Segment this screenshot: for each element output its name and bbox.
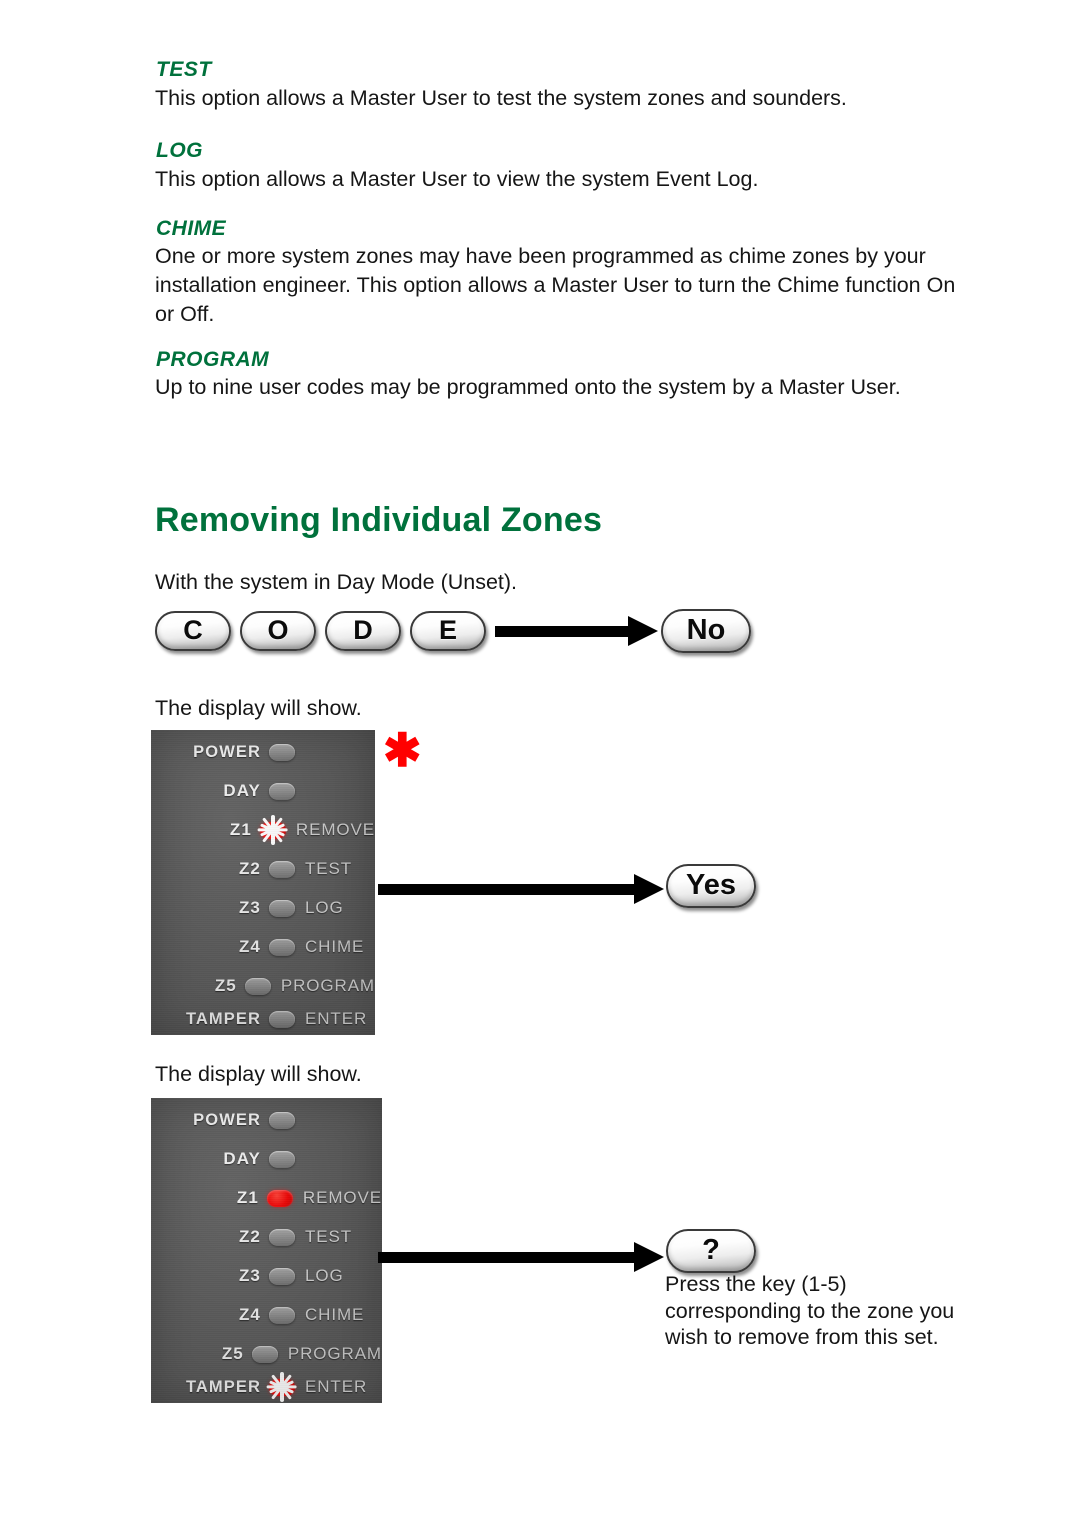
led-indicator-off: [269, 1150, 295, 1168]
led-indicator-off: [269, 1228, 295, 1246]
led-row: Z2 TEST: [151, 855, 375, 883]
led-indicator-flash: [269, 1374, 295, 1400]
led-row-right-label: REMOVE: [302, 1188, 382, 1207]
intro-text: With the system in Day Mode (Unset).: [155, 570, 518, 594]
led-row-left-label: Z3: [238, 1266, 261, 1285]
led-indicator-off: [269, 938, 295, 956]
step-two-caption: The display will show.: [155, 1062, 362, 1086]
led-row-left-label: TAMPER: [185, 1009, 261, 1028]
led-row-left-label: Z5: [214, 976, 237, 995]
page-title: Removing Individual Zones: [155, 501, 603, 539]
led-row-left-label: DAY: [223, 781, 261, 800]
led-indicator-off: [251, 1345, 278, 1363]
led-indicator-off: [269, 743, 295, 761]
led-row: Z3 LOG: [151, 1262, 382, 1290]
led-row-right-label: CHIME: [305, 937, 365, 956]
led-row-left-label: Z3: [238, 898, 261, 917]
led-row: Z4 CHIME: [151, 1301, 382, 1329]
led-display-panel-step-two: POWER DAY Z1 REMOVE Z2 TEST Z3 LOG Z4 CHIME Z5 PROG…: [151, 1098, 382, 1403]
led-indicator-off: [269, 1111, 295, 1129]
key-label: D: [353, 614, 373, 645]
key-label: O: [267, 614, 289, 645]
led-indicator-off: [269, 899, 295, 917]
led-row: DAY: [151, 1145, 382, 1173]
led-indicator-off: [269, 1267, 295, 1285]
key-button-question[interactable]: ?: [666, 1229, 756, 1273]
section-body-chime: One or more system zones may have been p…: [155, 244, 956, 326]
led-row-left-label: Z5: [221, 1344, 244, 1363]
section-heading-test: TEST: [156, 58, 212, 81]
led-row-right-label: PROGRAM: [287, 1344, 382, 1363]
led-indicator-off: [269, 782, 295, 800]
led-indicator-flash: [259, 817, 286, 843]
led-row: POWER: [151, 1106, 382, 1134]
section-body-test: This option allows a Master User to test…: [155, 86, 847, 110]
led-row-left-label: TAMPER: [185, 1377, 261, 1396]
led-row: Z1 REMOVE: [151, 816, 375, 844]
led-row-left-label: Z2: [238, 1227, 261, 1246]
led-indicator-off: [269, 860, 295, 878]
key-label: Yes: [686, 868, 736, 901]
led-display-panel-step-one: POWER DAY Z1 REMOVE Z2 TEST Z3 LOG Z4 CHIME Z5 PROG…: [151, 730, 375, 1035]
led-row-right-label: LOG: [305, 1266, 344, 1285]
led-row-right-label: LOG: [305, 898, 344, 917]
led-row: TAMPER ENTER: [151, 1373, 382, 1401]
led-row-right-label: ENTER: [305, 1377, 368, 1396]
led-row-left-label: Z1: [229, 820, 252, 839]
section-body-log: This option allows a Master User to view…: [155, 167, 759, 191]
led-indicator-off: [269, 1010, 295, 1028]
led-row: Z5 PROGRAM: [151, 1340, 382, 1368]
led-row-left-label: Z4: [238, 937, 261, 956]
led-row: DAY: [151, 777, 375, 805]
key-label: E: [438, 614, 457, 645]
led-row: POWER: [151, 738, 375, 766]
led-row-right-label: TEST: [305, 859, 353, 878]
led-row-left-label: DAY: [223, 1149, 261, 1168]
key-button-c[interactable]: C: [155, 611, 231, 651]
led-row-right-label: CHIME: [305, 1305, 365, 1324]
key-label: ?: [702, 1233, 720, 1266]
led-indicator-on: [266, 1189, 293, 1207]
led-row: Z4 CHIME: [151, 933, 375, 961]
key-label: C: [183, 614, 203, 645]
key-button-e[interactable]: E: [410, 611, 486, 651]
led-indicator-off: [244, 977, 271, 995]
led-row-left-label: Z4: [238, 1305, 261, 1324]
led-row: Z1 REMOVE: [151, 1184, 382, 1212]
manual-page: TEST This option allows a Master User to…: [0, 0, 1080, 1528]
key-button-o[interactable]: O: [240, 611, 316, 651]
step-one-caption: The display will show.: [155, 696, 362, 720]
led-row-right-label: ENTER: [305, 1009, 368, 1028]
led-row-right-label: PROGRAM: [280, 976, 375, 995]
led-row-right-label: TEST: [305, 1227, 353, 1246]
led-row: Z2 TEST: [151, 1223, 382, 1251]
led-row-left-label: Z2: [238, 859, 261, 878]
section-body-program: Up to nine user codes may be programmed …: [155, 375, 901, 399]
section-heading-chime: CHIME: [156, 217, 227, 240]
led-row: Z3 LOG: [151, 894, 375, 922]
section-heading-program: PROGRAM: [156, 348, 270, 371]
led-row: TAMPER ENTER: [151, 1005, 375, 1033]
led-indicator-off: [269, 1306, 295, 1324]
asterisk-marker-icon: ✱: [383, 724, 422, 776]
section-heading-log: LOG: [156, 139, 203, 162]
key-label: No: [686, 613, 726, 646]
led-row-left-label: Z1: [236, 1188, 259, 1207]
key-button-d[interactable]: D: [325, 611, 401, 651]
led-row-left-label: POWER: [193, 1110, 261, 1129]
key-button-no[interactable]: No: [661, 609, 751, 653]
key-button-yes[interactable]: Yes: [666, 864, 756, 908]
led-row-right-label: REMOVE: [295, 820, 375, 839]
led-row-left-label: POWER: [193, 742, 261, 761]
step-two-note: Press the key (1-5) corresponding to the…: [665, 1272, 955, 1349]
led-row: Z5 PROGRAM: [151, 972, 375, 1000]
